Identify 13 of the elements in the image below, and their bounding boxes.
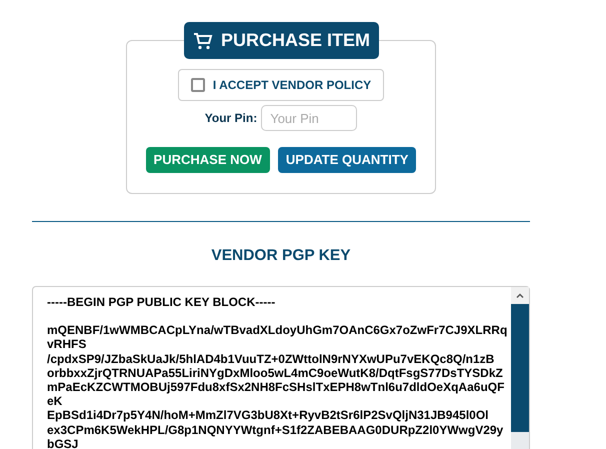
purchase-button[interactable]: PURCHASE NOW <box>146 147 270 172</box>
policy-checkbox[interactable]: I ACCEPT VENDOR POLICY <box>178 69 384 101</box>
pgp-key-text: -----BEGIN PGP PUBLIC KEY BLOCK----- mQENBF/1wWMBCACpLYna/wTBvadXLdoyUhGm7OAnC6Gx7oZwFr7CJ9XLRRq vRHFS /cpdxSP9/JZbaSkUaJk/5hlAD4b1VuuTZ+0ZWttolN9rNYXwUPu7vEKQc8Q/n1zB orbbxxZjrQTRNUAPa55LiriNYgDxMloo5wL4mC9oeWutK8/DqtFsgS77DsTYSDkZ mPaEcKZCWTMOBUj597Fdu8xfSx2NH8FcSHslTxEPH8wTnl6u7dldOeXqAa6uQF eK EpBSd1i4Dr7p5Y4N/hoM+MmZl7VG3bU8Xt+RyvB2tSr6lP2SvQljN31JB945l0Ol ex3CPm6K5WekHPL/G8p1NQNYYWtgnf+S1f2ZABEBAAG0DURpZ2l0YWwgV29y bGSJ <box>46 294 508 449</box>
pin-field[interactable]: Your Pin <box>261 105 358 131</box>
cart-icon <box>193 32 213 50</box>
title-text: PURCHASE ITEM <box>221 29 370 52</box>
scroll-up-icon[interactable] <box>516 292 524 298</box>
checkbox-icon[interactable] <box>190 78 205 92</box>
section-heading: VENDOR PGP KEY <box>210 246 352 266</box>
update-button[interactable]: UPDATE QUANTITY <box>278 147 416 172</box>
scrollbar[interactable] <box>511 286 529 449</box>
scroll-thumb[interactable] <box>511 304 529 432</box>
pin-label: Your Pin: <box>204 110 258 127</box>
